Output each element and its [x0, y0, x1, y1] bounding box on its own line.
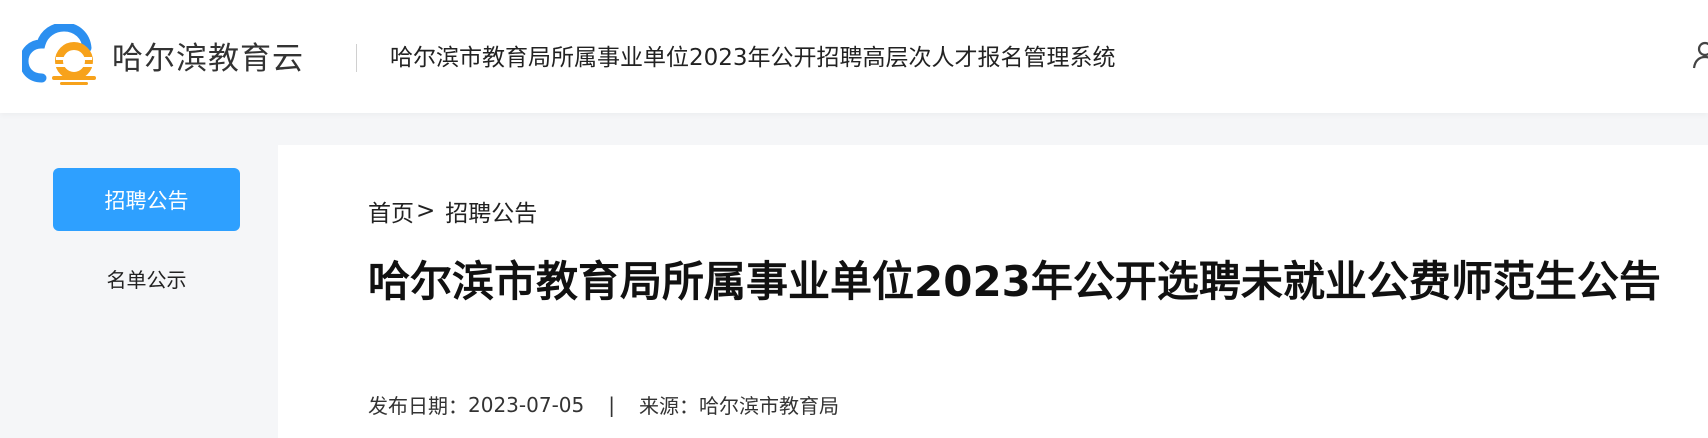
article-title: 哈尔滨市教育局所属事业单位2023年公开选聘未就业公费师范生公告 [368, 257, 1661, 306]
logo-text: 哈尔滨教育云 [112, 40, 304, 77]
article-meta: 发布日期： 2023-07-05 | 来源： 哈尔滨市教育局 [368, 390, 839, 419]
top-header: 哈尔滨教育云 哈尔滨市教育局所属事业单位2023年公开招聘高层次人才报名管理系统 [0, 0, 1708, 113]
sidebar: 招聘公告 名单公示 [0, 113, 278, 438]
cloud-logo-icon [22, 24, 96, 85]
source-label: 来源： [638, 394, 699, 418]
system-title: 哈尔滨市教育局所属事业单位2023年公开招聘高层次人才报名管理系统 [390, 45, 1116, 71]
sidebar-item-list-publicity[interactable]: 名单公示 [53, 247, 240, 310]
main-content: 首页 > 招聘公告 哈尔滨市教育局所属事业单位2023年公开选聘未就业公费师范生… [278, 145, 1708, 438]
sidebar-item-label: 名单公示 [106, 268, 187, 292]
user-icon[interactable] [1692, 40, 1708, 70]
header-divider [356, 44, 357, 72]
breadcrumb-separator: > [416, 198, 436, 224]
meta-divider: | [608, 392, 615, 417]
breadcrumb-current: 招聘公告 [445, 201, 538, 227]
sidebar-item-recruitment-notice[interactable]: 招聘公告 [53, 168, 240, 231]
source-value: 哈尔滨市教育局 [698, 394, 839, 418]
sidebar-item-label: 招聘公告 [104, 188, 189, 213]
user-icon-glyph [1692, 41, 1708, 69]
breadcrumb: 首页 > 招聘公告 [368, 194, 537, 228]
publish-date-label: 发布日期： [368, 394, 468, 418]
breadcrumb-home-link[interactable]: 首页 [368, 194, 414, 228]
publish-date: 2023-07-05 [468, 392, 585, 417]
logo[interactable]: 哈尔滨教育云 [22, 20, 304, 90]
